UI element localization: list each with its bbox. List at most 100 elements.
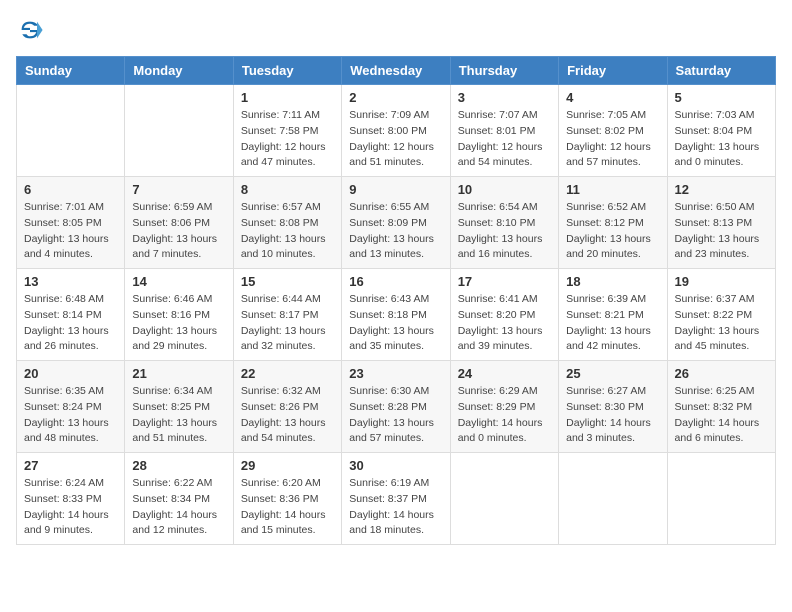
day-info: Sunrise: 6:59 AM Sunset: 8:06 PM Dayligh… (132, 200, 225, 263)
weekday-header-thursday: Thursday (450, 57, 558, 85)
day-number: 26 (675, 366, 768, 381)
calendar-table: SundayMondayTuesdayWednesdayThursdayFrid… (16, 56, 776, 545)
logo-icon (16, 16, 44, 44)
empty-cell (17, 85, 125, 177)
weekday-header-saturday: Saturday (667, 57, 775, 85)
day-info: Sunrise: 7:01 AM Sunset: 8:05 PM Dayligh… (24, 200, 117, 263)
day-info: Sunrise: 6:54 AM Sunset: 8:10 PM Dayligh… (458, 200, 551, 263)
day-info: Sunrise: 6:44 AM Sunset: 8:17 PM Dayligh… (241, 292, 334, 355)
day-number: 12 (675, 182, 768, 197)
day-number: 7 (132, 182, 225, 197)
day-number: 27 (24, 458, 117, 473)
day-info: Sunrise: 6:46 AM Sunset: 8:16 PM Dayligh… (132, 292, 225, 355)
day-cell-12: 12 Sunrise: 6:50 AM Sunset: 8:13 PM Dayli… (667, 177, 775, 269)
day-info: Sunrise: 6:30 AM Sunset: 8:28 PM Dayligh… (349, 384, 442, 447)
day-cell-22: 22 Sunrise: 6:32 AM Sunset: 8:26 PM Dayli… (233, 361, 341, 453)
day-cell-9: 9 Sunrise: 6:55 AM Sunset: 8:09 PM Daylig… (342, 177, 450, 269)
day-number: 18 (566, 274, 659, 289)
day-number: 24 (458, 366, 551, 381)
day-info: Sunrise: 6:43 AM Sunset: 8:18 PM Dayligh… (349, 292, 442, 355)
day-number: 2 (349, 90, 442, 105)
day-number: 23 (349, 366, 442, 381)
day-cell-6: 6 Sunrise: 7:01 AM Sunset: 8:05 PM Daylig… (17, 177, 125, 269)
day-info: Sunrise: 6:27 AM Sunset: 8:30 PM Dayligh… (566, 384, 659, 447)
day-info: Sunrise: 6:50 AM Sunset: 8:13 PM Dayligh… (675, 200, 768, 263)
day-cell-21: 21 Sunrise: 6:34 AM Sunset: 8:25 PM Dayli… (125, 361, 233, 453)
day-info: Sunrise: 6:52 AM Sunset: 8:12 PM Dayligh… (566, 200, 659, 263)
day-cell-23: 23 Sunrise: 6:30 AM Sunset: 8:28 PM Dayli… (342, 361, 450, 453)
day-number: 14 (132, 274, 225, 289)
day-cell-18: 18 Sunrise: 6:39 AM Sunset: 8:21 PM Dayli… (559, 269, 667, 361)
day-cell-20: 20 Sunrise: 6:35 AM Sunset: 8:24 PM Dayli… (17, 361, 125, 453)
day-info: Sunrise: 7:03 AM Sunset: 8:04 PM Dayligh… (675, 108, 768, 171)
day-info: Sunrise: 6:35 AM Sunset: 8:24 PM Dayligh… (24, 384, 117, 447)
day-cell-24: 24 Sunrise: 6:29 AM Sunset: 8:29 PM Dayli… (450, 361, 558, 453)
weekday-header-friday: Friday (559, 57, 667, 85)
day-number: 21 (132, 366, 225, 381)
day-cell-1: 1 Sunrise: 7:11 AM Sunset: 7:58 PM Daylig… (233, 85, 341, 177)
week-row-3: 13 Sunrise: 6:48 AM Sunset: 8:14 PM Dayli… (17, 269, 776, 361)
day-info: Sunrise: 6:25 AM Sunset: 8:32 PM Dayligh… (675, 384, 768, 447)
day-cell-13: 13 Sunrise: 6:48 AM Sunset: 8:14 PM Dayli… (17, 269, 125, 361)
day-cell-26: 26 Sunrise: 6:25 AM Sunset: 8:32 PM Dayli… (667, 361, 775, 453)
day-cell-4: 4 Sunrise: 7:05 AM Sunset: 8:02 PM Daylig… (559, 85, 667, 177)
day-cell-5: 5Sunrise: 7:03 AM Sunset: 8:04 PM Daylig… (667, 85, 775, 177)
day-cell-3: 3Sunrise: 7:07 AM Sunset: 8:01 PM Daylig… (450, 85, 558, 177)
day-info: Sunrise: 7:11 AM Sunset: 7:58 PM Dayligh… (241, 108, 334, 171)
day-cell-25: 25 Sunrise: 6:27 AM Sunset: 8:30 PM Dayli… (559, 361, 667, 453)
day-cell-10: 10 Sunrise: 6:54 AM Sunset: 8:10 PM Dayli… (450, 177, 558, 269)
day-info: Sunrise: 6:55 AM Sunset: 8:09 PM Dayligh… (349, 200, 442, 263)
day-cell-28: 28Sunrise: 6:22 AM Sunset: 8:34 PM Dayli… (125, 453, 233, 545)
day-info: Sunrise: 6:24 AM Sunset: 8:33 PM Dayligh… (24, 476, 117, 539)
day-info: Sunrise: 6:48 AM Sunset: 8:14 PM Dayligh… (24, 292, 117, 355)
day-cell-29: 29 Sunrise: 6:20 AM Sunset: 8:36 PM Dayli… (233, 453, 341, 545)
day-number: 13 (24, 274, 117, 289)
day-number: 8 (241, 182, 334, 197)
weekday-header-tuesday: Tuesday (233, 57, 341, 85)
empty-cell (125, 85, 233, 177)
day-info: Sunrise: 6:22 AM Sunset: 8:34 PM Dayligh… (132, 476, 225, 539)
day-cell-19: 19Sunrise: 6:37 AM Sunset: 8:22 PM Dayli… (667, 269, 775, 361)
day-number: 1 (241, 90, 334, 105)
day-info: Sunrise: 6:32 AM Sunset: 8:26 PM Dayligh… (241, 384, 334, 447)
day-info: Sunrise: 6:39 AM Sunset: 8:21 PM Dayligh… (566, 292, 659, 355)
day-number: 11 (566, 182, 659, 197)
day-number: 22 (241, 366, 334, 381)
weekday-header-monday: Monday (125, 57, 233, 85)
day-cell-30: 30 Sunrise: 6:19 AM Sunset: 8:37 PM Dayli… (342, 453, 450, 545)
week-row-2: 6 Sunrise: 7:01 AM Sunset: 8:05 PM Daylig… (17, 177, 776, 269)
week-row-5: 27 Sunrise: 6:24 AM Sunset: 8:33 PM Dayli… (17, 453, 776, 545)
weekday-header-sunday: Sunday (17, 57, 125, 85)
day-number: 20 (24, 366, 117, 381)
day-cell-15: 15 Sunrise: 6:44 AM Sunset: 8:17 PM Dayli… (233, 269, 341, 361)
day-info: Sunrise: 6:41 AM Sunset: 8:20 PM Dayligh… (458, 292, 551, 355)
empty-cell (667, 453, 775, 545)
day-number: 29 (241, 458, 334, 473)
day-cell-7: 7 Sunrise: 6:59 AM Sunset: 8:06 PM Daylig… (125, 177, 233, 269)
week-row-4: 20 Sunrise: 6:35 AM Sunset: 8:24 PM Dayli… (17, 361, 776, 453)
week-row-1: 1 Sunrise: 7:11 AM Sunset: 7:58 PM Daylig… (17, 85, 776, 177)
day-number: 4 (566, 90, 659, 105)
day-info: Sunrise: 6:19 AM Sunset: 8:37 PM Dayligh… (349, 476, 442, 539)
weekday-header-row: SundayMondayTuesdayWednesdayThursdayFrid… (17, 57, 776, 85)
day-cell-17: 17Sunrise: 6:41 AM Sunset: 8:20 PM Dayli… (450, 269, 558, 361)
day-number: 10 (458, 182, 551, 197)
day-number: 25 (566, 366, 659, 381)
day-cell-14: 14 Sunrise: 6:46 AM Sunset: 8:16 PM Dayli… (125, 269, 233, 361)
day-number: 6 (24, 182, 117, 197)
day-number: 9 (349, 182, 442, 197)
day-info: Sunrise: 6:20 AM Sunset: 8:36 PM Dayligh… (241, 476, 334, 539)
day-number: 16 (349, 274, 442, 289)
day-number: 15 (241, 274, 334, 289)
page-header (16, 16, 776, 44)
empty-cell (559, 453, 667, 545)
weekday-header-wednesday: Wednesday (342, 57, 450, 85)
day-number: 19 (675, 274, 768, 289)
day-info: Sunrise: 7:05 AM Sunset: 8:02 PM Dayligh… (566, 108, 659, 171)
day-cell-2: 2Sunrise: 7:09 AM Sunset: 8:00 PM Daylig… (342, 85, 450, 177)
day-cell-11: 11 Sunrise: 6:52 AM Sunset: 8:12 PM Dayli… (559, 177, 667, 269)
day-cell-27: 27 Sunrise: 6:24 AM Sunset: 8:33 PM Dayli… (17, 453, 125, 545)
day-info: Sunrise: 6:29 AM Sunset: 8:29 PM Dayligh… (458, 384, 551, 447)
day-info: Sunrise: 6:34 AM Sunset: 8:25 PM Dayligh… (132, 384, 225, 447)
day-number: 30 (349, 458, 442, 473)
